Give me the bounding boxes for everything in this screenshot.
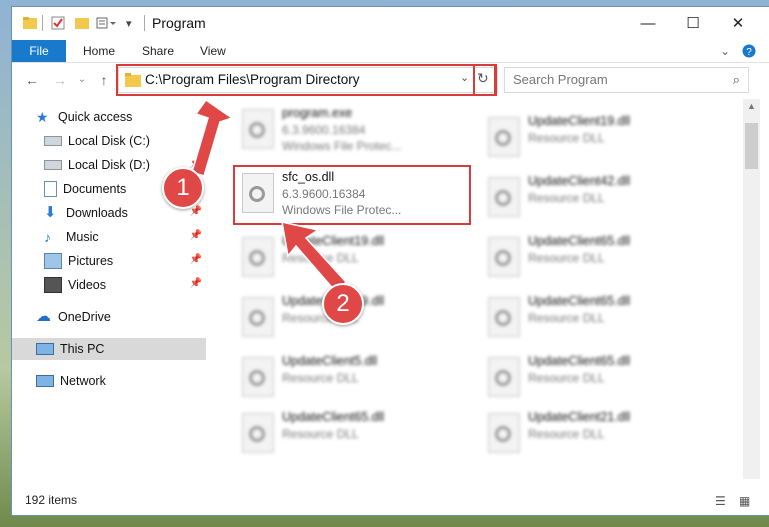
arrow-to-address-bar: [191, 98, 234, 177]
step-2-badge: 2: [322, 283, 364, 325]
annotation-arrows: [191, 98, 348, 294]
step-1-badge: 1: [162, 167, 204, 209]
arrow-to-file: [281, 221, 348, 294]
